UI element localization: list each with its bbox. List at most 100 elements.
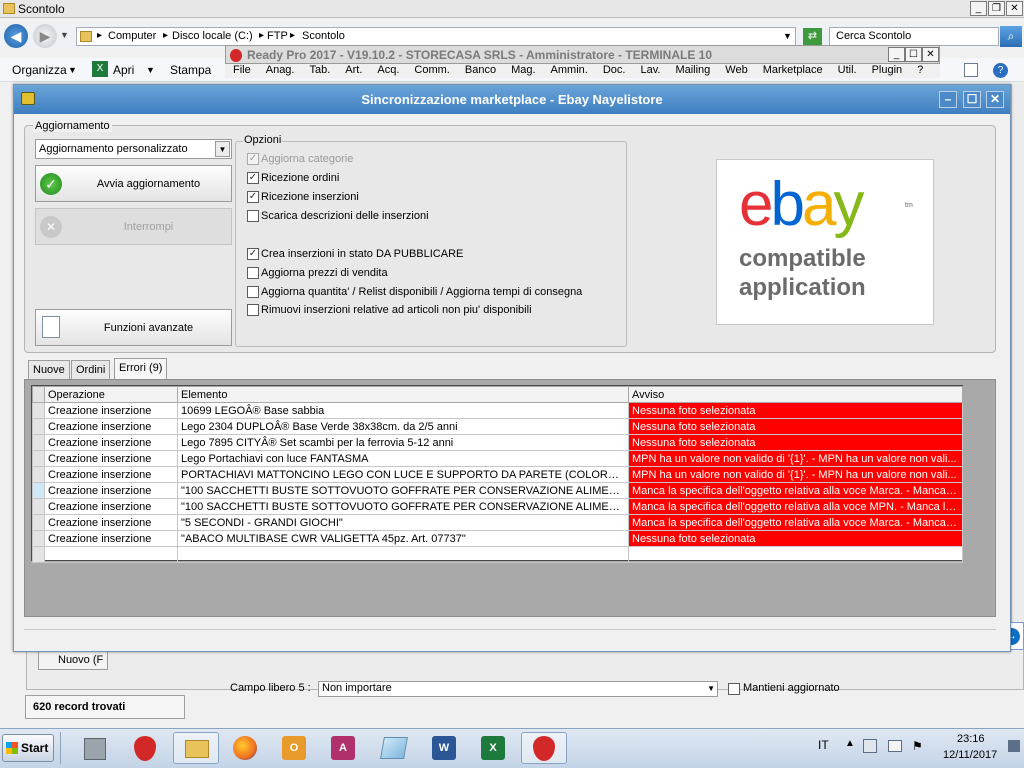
cell-warning[interactable]	[628, 546, 963, 563]
checkbox-update-quantities[interactable]	[247, 286, 259, 298]
new-button[interactable]: Nuovo (F	[38, 650, 108, 670]
table-row[interactable]: Creazione inserzione "5 SECONDI - GRANDI …	[32, 514, 963, 531]
tray-battery-icon[interactable]	[888, 740, 902, 752]
menu-lav[interactable]: Lav.	[640, 64, 660, 76]
tab-new[interactable]: Nuove	[28, 360, 70, 379]
col-operation[interactable]: Operazione	[44, 386, 178, 403]
chevron-down-icon[interactable]: ▼	[783, 31, 792, 41]
row-selector[interactable]	[32, 482, 45, 499]
dialog-maximize-button[interactable]: ☐	[963, 91, 981, 108]
cell-element[interactable]	[177, 546, 629, 563]
help-icon[interactable]: ?	[993, 63, 1008, 78]
cell-operation[interactable]: Creazione inserzione	[44, 482, 178, 499]
cell-operation[interactable]: Creazione inserzione	[44, 418, 178, 435]
menu-help[interactable]: ?	[917, 64, 923, 76]
table-row[interactable]: Creazione inserzione "ABACO MULTIBASE CWR…	[32, 530, 963, 547]
cell-element[interactable]: "100 SACCHETTI BUSTE SOTTOVUOTO GOFFRATE…	[177, 498, 629, 515]
menu-art[interactable]: Art.	[345, 64, 362, 76]
cell-element[interactable]: "5 SECONDI - GRANDI GIOCHI"	[177, 514, 629, 531]
cell-operation[interactable]: Creazione inserzione	[44, 466, 178, 483]
table-row[interactable]: Creazione inserzione Lego 2304 DUPLOÂ® Ba…	[32, 418, 963, 435]
organize-menu[interactable]: Organizza	[12, 63, 67, 77]
cell-warning[interactable]: Manca la specifica dell'oggetto relativa…	[628, 514, 963, 531]
row-selector[interactable]	[32, 418, 45, 435]
access-icon[interactable]: A	[326, 732, 362, 764]
view-icon[interactable]	[964, 63, 978, 77]
firefox-icon[interactable]	[228, 732, 264, 764]
cell-operation[interactable]: Creazione inserzione	[44, 530, 178, 547]
cell-operation[interactable]: Creazione inserzione	[44, 498, 178, 515]
row-selector[interactable]	[32, 498, 45, 515]
cell-element[interactable]: Lego 2304 DUPLOÂ® Base Verde 38x38cm. da…	[177, 418, 629, 435]
row-selector[interactable]	[32, 466, 45, 483]
computer-printer-icon[interactable]	[78, 732, 114, 764]
cell-warning[interactable]: Manca la specifica dell'oggetto relativa…	[628, 498, 963, 515]
cell-warning[interactable]: MPN ha un valore non valido di '{1}'. - …	[628, 450, 963, 467]
keep-updated-checkbox[interactable]	[728, 683, 740, 695]
readypro-active-icon[interactable]	[521, 732, 567, 764]
explorer-taskbar-icon[interactable]	[173, 732, 219, 764]
outlook-icon[interactable]: O	[277, 732, 313, 764]
cell-warning[interactable]: Nessuna foto selezionata	[628, 530, 963, 547]
minimize-button[interactable]: _	[970, 1, 987, 16]
row-selector[interactable]	[32, 546, 45, 563]
row-selector[interactable]	[32, 450, 45, 467]
forward-button[interactable]: ▶	[33, 24, 57, 48]
show-desktop-button[interactable]	[1008, 740, 1020, 752]
open-menu[interactable]: Apri	[113, 63, 134, 77]
table-row[interactable]: Creazione inserzione Lego 7895 CITYÂ® Set…	[32, 434, 963, 451]
table-row[interactable]: Creazione inserzione "100 SACCHETTI BUSTE…	[32, 482, 963, 499]
rp-minimize-button[interactable]: _	[888, 47, 905, 62]
table-row[interactable]: Creazione inserzione "100 SACCHETTI BUSTE…	[32, 498, 963, 515]
search-input[interactable]: Cerca Scontolo	[829, 27, 999, 46]
cell-warning[interactable]: Nessuna foto selezionata	[628, 402, 963, 419]
menu-web[interactable]: Web	[725, 64, 747, 76]
breadcrumb-computer[interactable]: Computer	[108, 30, 156, 42]
col-warning[interactable]: Avviso	[628, 386, 963, 403]
chevron-down-icon[interactable]: ▼	[215, 141, 230, 157]
start-update-button[interactable]: ✓ Avvia aggiornamento	[35, 165, 232, 202]
cell-element[interactable]: "ABACO MULTIBASE CWR VALIGETTA 45pz. Art…	[177, 530, 629, 547]
menu-util[interactable]: Util.	[838, 64, 857, 76]
menu-anag[interactable]: Anag.	[266, 64, 295, 76]
table-row[interactable]: Creazione inserzione Lego Portachiavi con…	[32, 450, 963, 467]
cell-operation[interactable]: Creazione inserzione	[44, 402, 178, 419]
clock-date[interactable]: 12/11/2017	[943, 749, 997, 761]
dialog-close-button[interactable]: ✕	[986, 91, 1004, 108]
start-button[interactable]: Start	[2, 734, 54, 762]
menu-acq[interactable]: Acq.	[377, 64, 399, 76]
print-button[interactable]: Stampa	[170, 63, 211, 77]
refresh-icon[interactable]: ⇄	[803, 28, 822, 45]
tab-orders[interactable]: Ordini	[71, 360, 111, 379]
bg-field-select[interactable]: Non importare ▼	[318, 681, 718, 697]
address-field[interactable]: ▸ Computer ▸ Disco locale (C:) ▸ FTP ▸ S…	[76, 27, 796, 46]
rp-restore-button[interactable]: ☐	[905, 47, 922, 62]
tray-expand-icon[interactable]: ▲	[845, 738, 855, 749]
checkbox-receive-listings[interactable]: ✓	[247, 191, 259, 203]
cell-operation[interactable]: Creazione inserzione	[44, 514, 178, 531]
cell-warning[interactable]: Nessuna foto selezionata	[628, 434, 963, 451]
cell-operation[interactable]: Creazione inserzione	[44, 450, 178, 467]
menu-mailing[interactable]: Mailing	[675, 64, 710, 76]
menu-tab[interactable]: Tab.	[309, 64, 330, 76]
cell-warning[interactable]: Nessuna foto selezionata	[628, 418, 963, 435]
breadcrumb-disk[interactable]: Disco locale (C:)	[172, 30, 253, 42]
language-indicator[interactable]: IT	[818, 738, 829, 752]
cell-warning[interactable]: MPN ha un valore non valido di '{1}'. - …	[628, 466, 963, 483]
table-row[interactable]: Creazione inserzione 10699 LEGOÂ® Base sa…	[32, 402, 963, 419]
update-mode-select[interactable]: Aggiornamento personalizzato ▼	[35, 139, 232, 159]
menu-file[interactable]: File	[233, 64, 251, 76]
readypro-taskbar-icon[interactable]	[128, 732, 164, 764]
col-element[interactable]: Elemento	[177, 386, 629, 403]
back-button[interactable]: ◀	[4, 24, 28, 48]
cell-operation[interactable]: Creazione inserzione	[44, 434, 178, 451]
cell-warning[interactable]: Manca la specifica dell'oggetto relativa…	[628, 482, 963, 499]
cell-element[interactable]: 10699 LEGOÂ® Base sabbia	[177, 402, 629, 419]
restore-button[interactable]: ❐	[988, 1, 1005, 16]
row-selector[interactable]	[32, 402, 45, 419]
checkbox-update-prices[interactable]	[247, 267, 259, 279]
tray-flag-icon[interactable]: ⚑	[912, 739, 923, 753]
row-selector[interactable]	[32, 514, 45, 531]
checkbox-remove-listings[interactable]	[247, 304, 259, 316]
row-selector[interactable]	[32, 530, 45, 547]
